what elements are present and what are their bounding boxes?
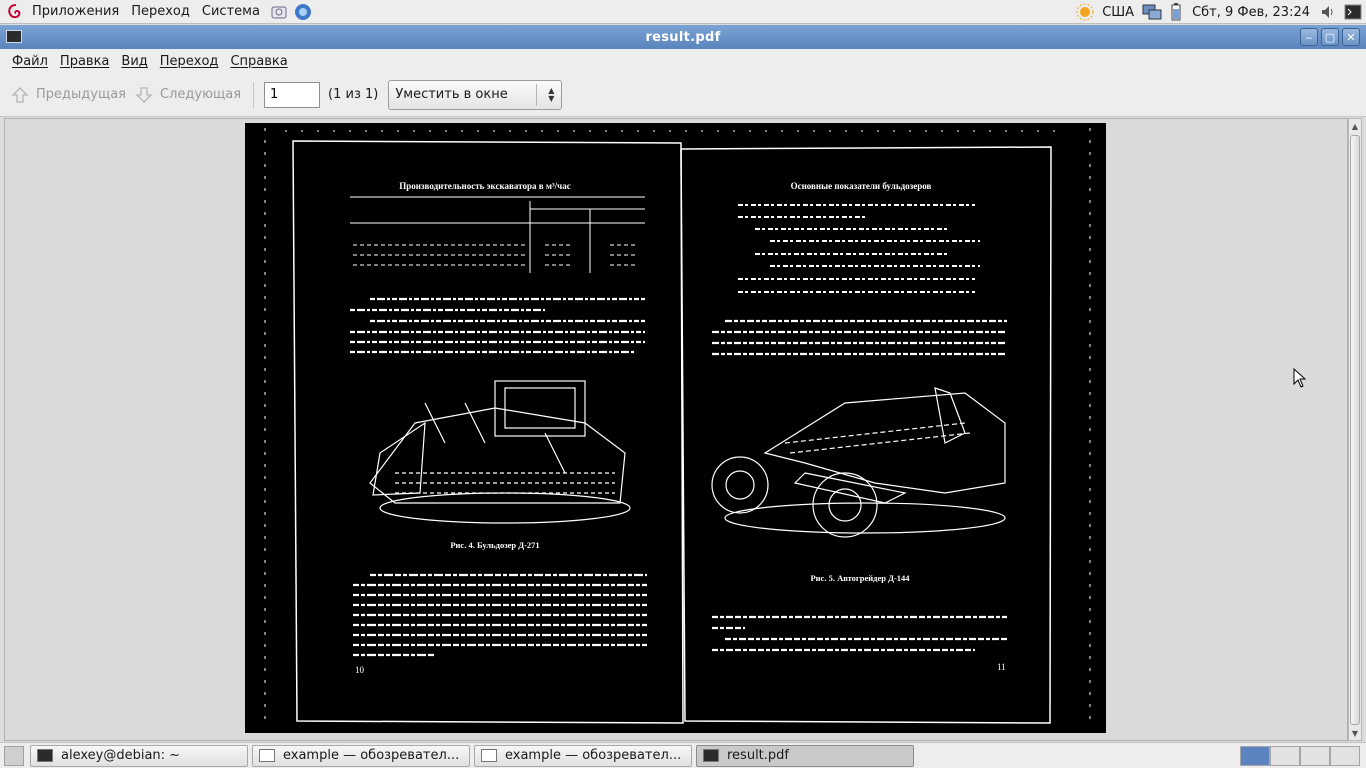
toolbar-separator — [253, 81, 255, 108]
zoom-select[interactable]: Уместить в окне ▲ ▼ — [388, 79, 563, 110]
system-tray: США Сбт, 9 Фев, 23:24 — [1072, 0, 1366, 24]
mouse-pointer-icon — [1293, 368, 1307, 388]
zoom-select-value: Уместить в окне — [395, 87, 508, 102]
left-figure-caption: Рис. 4. Бульдозер Д-271 — [450, 540, 539, 550]
menu-go[interactable]: Переход — [154, 54, 225, 69]
previous-page-button[interactable]: Предыдущая — [10, 85, 126, 105]
battery-icon[interactable] — [1166, 0, 1186, 24]
next-page-label: Следующая — [160, 87, 242, 102]
scrollbar-thumb[interactable] — [1350, 135, 1360, 725]
menu-help[interactable]: Справка — [224, 54, 293, 69]
right-page-number: 11 — [997, 662, 1006, 672]
system-label: Система — [201, 4, 260, 19]
page-count-label: (1 из 1) — [328, 87, 379, 102]
weather-sun-icon[interactable] — [1072, 0, 1098, 24]
pdf-page: Производительность экскаватора в м³/час … — [245, 123, 1106, 733]
volume-icon[interactable] — [1316, 0, 1340, 24]
next-page-button[interactable]: Следующая — [134, 85, 241, 105]
scroll-down-icon[interactable]: ▼ — [1349, 726, 1361, 740]
workspace-2[interactable] — [1270, 746, 1300, 766]
arrow-down-icon — [135, 86, 153, 103]
scroll-up-icon[interactable]: ▲ — [1349, 119, 1361, 133]
window-menu-icon[interactable] — [6, 30, 22, 43]
places-menu[interactable]: Переход — [125, 0, 196, 24]
window-titlebar[interactable]: result.pdf ‒ ▢ ✕ — [0, 25, 1366, 49]
taskbar-item-label: example — обозревател... — [505, 748, 682, 763]
taskbar-item-result-pdf[interactable]: result.pdf — [696, 744, 914, 767]
debian-logo-icon — [8, 3, 21, 18]
workspace-switcher — [1240, 746, 1360, 766]
taskbar-item-viewer-2[interactable]: example — обозревател... — [474, 744, 692, 767]
clock-label: Сбт, 9 Фев, 23:24 — [1192, 4, 1310, 20]
menubar: Файл Правка Вид Переход Справка — [0, 49, 1366, 73]
mail-launcher-icon[interactable] — [268, 1, 290, 23]
terminal-icon — [703, 749, 719, 762]
page-number-input[interactable] — [264, 81, 321, 108]
right-table-title: Основные показатели бульдозеров — [791, 181, 932, 191]
keyboard-layout-label: США — [1102, 4, 1135, 20]
taskbar-item-terminal[interactable]: alexey@debian: ~ — [30, 744, 248, 767]
menu-file[interactable]: Файл — [6, 54, 54, 69]
places-label: Переход — [131, 4, 190, 19]
top-panel: Приложения Переход Система США Сбт, 9 Фе… — [0, 0, 1366, 24]
spin-arrows-icon: ▲ ▼ — [548, 85, 555, 103]
previous-page-label: Предыдущая — [36, 87, 126, 102]
vertical-scrollbar[interactable]: ▲ ▼ — [1348, 118, 1362, 741]
taskbar-item-label: example — обозревател... — [283, 748, 460, 763]
menu-view[interactable]: Вид — [115, 54, 153, 69]
workspace-1[interactable] — [1240, 746, 1270, 766]
keyboard-layout-indicator[interactable]: США — [1098, 0, 1138, 24]
window-title: result.pdf — [645, 29, 721, 45]
terminal-tray-icon[interactable] — [1340, 0, 1366, 24]
toolbar: Предыдущая Следующая (1 из 1) Уместить в… — [0, 73, 1366, 117]
workspace-3[interactable] — [1300, 746, 1330, 766]
applications-label: Приложения — [32, 4, 120, 19]
show-desktop-button[interactable] — [4, 745, 24, 766]
clock[interactable]: Сбт, 9 Фев, 23:24 — [1186, 0, 1316, 24]
bottom-panel: alexey@debian: ~ example — обозревател..… — [0, 742, 1366, 768]
right-figure-caption: Рис. 5. Автогрейдер Д-144 — [810, 573, 910, 583]
scanned-page-image: Производительность экскаватора в м³/час … — [264, 128, 1091, 728]
close-button[interactable]: ✕ — [1342, 28, 1360, 46]
document-icon — [259, 749, 275, 762]
arrow-up-icon — [11, 86, 29, 103]
terminal-icon — [37, 749, 53, 762]
minimize-button[interactable]: ‒ — [1300, 28, 1318, 46]
applications-menu[interactable]: Приложения — [0, 0, 125, 24]
browser-launcher-icon[interactable] — [292, 1, 314, 23]
system-menu[interactable]: Система — [196, 0, 266, 24]
left-table-title: Производительность экскаватора в м³/час — [399, 181, 571, 191]
maximize-button[interactable]: ▢ — [1321, 28, 1339, 46]
menu-edit[interactable]: Правка — [54, 54, 115, 69]
workspace-4[interactable] — [1330, 746, 1360, 766]
taskbar-item-label: result.pdf — [727, 748, 789, 763]
network-icon[interactable] — [1138, 0, 1166, 24]
document-icon — [481, 749, 497, 762]
left-page-number: 10 — [355, 665, 365, 675]
taskbar-item-label: alexey@debian: ~ — [61, 748, 181, 763]
taskbar-item-viewer-1[interactable]: example — обозревател... — [252, 744, 470, 767]
